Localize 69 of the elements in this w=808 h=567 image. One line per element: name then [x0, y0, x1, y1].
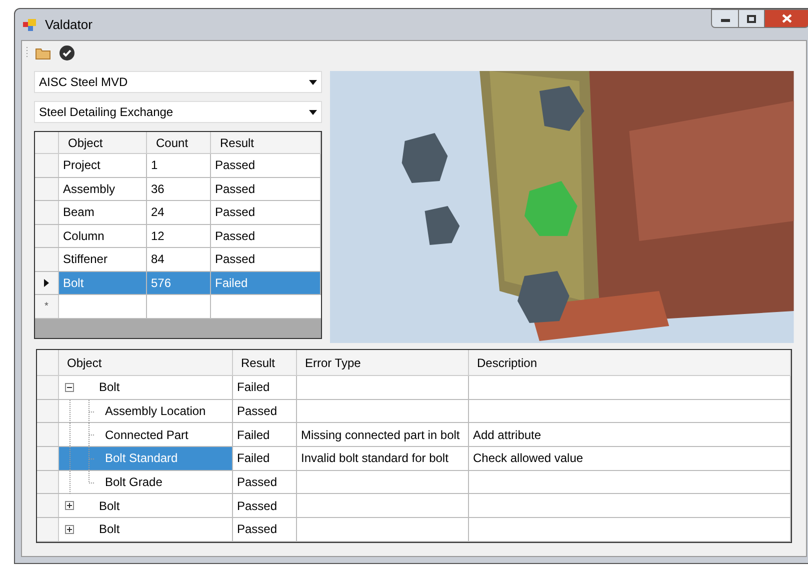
tree-item-label: Bolt Standard [105, 450, 178, 468]
tree-item-label: Bolt [99, 498, 120, 515]
column-header[interactable]: Object [59, 350, 233, 375]
check-circle-icon [59, 45, 75, 61]
dropdown-caret-icon [309, 110, 318, 114]
tree-cell[interactable]: Bolt Grade [59, 470, 233, 494]
open-folder-button[interactable] [34, 46, 52, 60]
tree-item-label: Bolt [99, 379, 120, 396]
column-header[interactable]: Result [233, 350, 297, 375]
expand-icon[interactable] [65, 524, 74, 534]
column-header[interactable]: Error Type [297, 350, 469, 375]
table-cell: Assembly [59, 178, 147, 200]
table-cell: 576 [147, 272, 211, 294]
row-header[interactable] [35, 272, 59, 294]
table-cell: Passed [211, 201, 322, 224]
collapse-icon[interactable] [65, 382, 74, 392]
tree-cell[interactable]: Bolt [59, 494, 233, 518]
column-header[interactable]: Count [147, 132, 211, 153]
column-header[interactable]: Result [211, 132, 322, 153]
new-row-marker: * [44, 300, 48, 314]
tree-item-label: Bolt Grade [105, 474, 162, 492]
tree-item-label: Bolt [99, 521, 120, 538]
table-cell: Failed [233, 423, 297, 446]
column-header[interactable]: Description [469, 350, 791, 375]
expand-icon[interactable] [65, 501, 74, 510]
table-cell: Passed [233, 400, 297, 422]
tree-cell[interactable]: Assembly Location [59, 400, 233, 422]
tree-item-label: Assembly Location [105, 403, 206, 420]
tree-item-label: Connected Part [105, 426, 188, 444]
column-header[interactable]: Object [59, 132, 147, 153]
table-cell: Check allowed value [469, 447, 791, 470]
table-cell: 12 [147, 224, 211, 247]
row-header[interactable]: * [35, 295, 59, 318]
table-cell: Project [59, 154, 147, 176]
table-cell: Passed [233, 494, 297, 518]
tree-cell[interactable]: Bolt [59, 518, 233, 541]
table-cell: Bolt [59, 272, 147, 294]
table-cell: 84 [147, 248, 211, 270]
dropdown[interactable]: AISC Steel MVD [34, 71, 322, 93]
table-cell: 1 [147, 154, 211, 176]
table-cell: Passed [211, 224, 322, 247]
dropdown-caret-icon [309, 80, 318, 84]
table-cell: Stiffener [59, 248, 147, 270]
table-cell: 36 [147, 178, 211, 200]
table-cell: Failed [233, 447, 297, 470]
table-cell: Column [59, 224, 147, 247]
app-icon [23, 18, 37, 30]
close-icon [782, 14, 792, 23]
validate-button[interactable] [58, 44, 76, 62]
table-cell: Passed [211, 154, 322, 176]
table-cell: Passed [211, 248, 322, 270]
table-cell: Add attribute [469, 423, 791, 446]
table-cell: Beam [59, 201, 147, 224]
tree-cell[interactable]: Connected Part [59, 423, 233, 446]
table-cell: Invalid bolt standard for bolt [297, 447, 469, 470]
maximize-button[interactable] [739, 9, 765, 28]
window-title: Valdator [45, 16, 92, 34]
table-cell: Passed [233, 470, 297, 494]
table-cell: Passed [211, 178, 322, 200]
tree-cell[interactable]: Bolt [59, 376, 233, 399]
table-cell: Failed [211, 272, 322, 294]
folder-icon [35, 46, 51, 60]
table-cell: Missing connected part in bolt [297, 423, 469, 446]
close-button[interactable] [765, 9, 808, 28]
table-cell: Failed [233, 376, 297, 399]
table-cell: 24 [147, 201, 211, 224]
minimize-button[interactable] [711, 9, 739, 28]
table-cell: Passed [233, 518, 297, 541]
dropdown[interactable]: Steel Detailing Exchange [34, 101, 322, 123]
